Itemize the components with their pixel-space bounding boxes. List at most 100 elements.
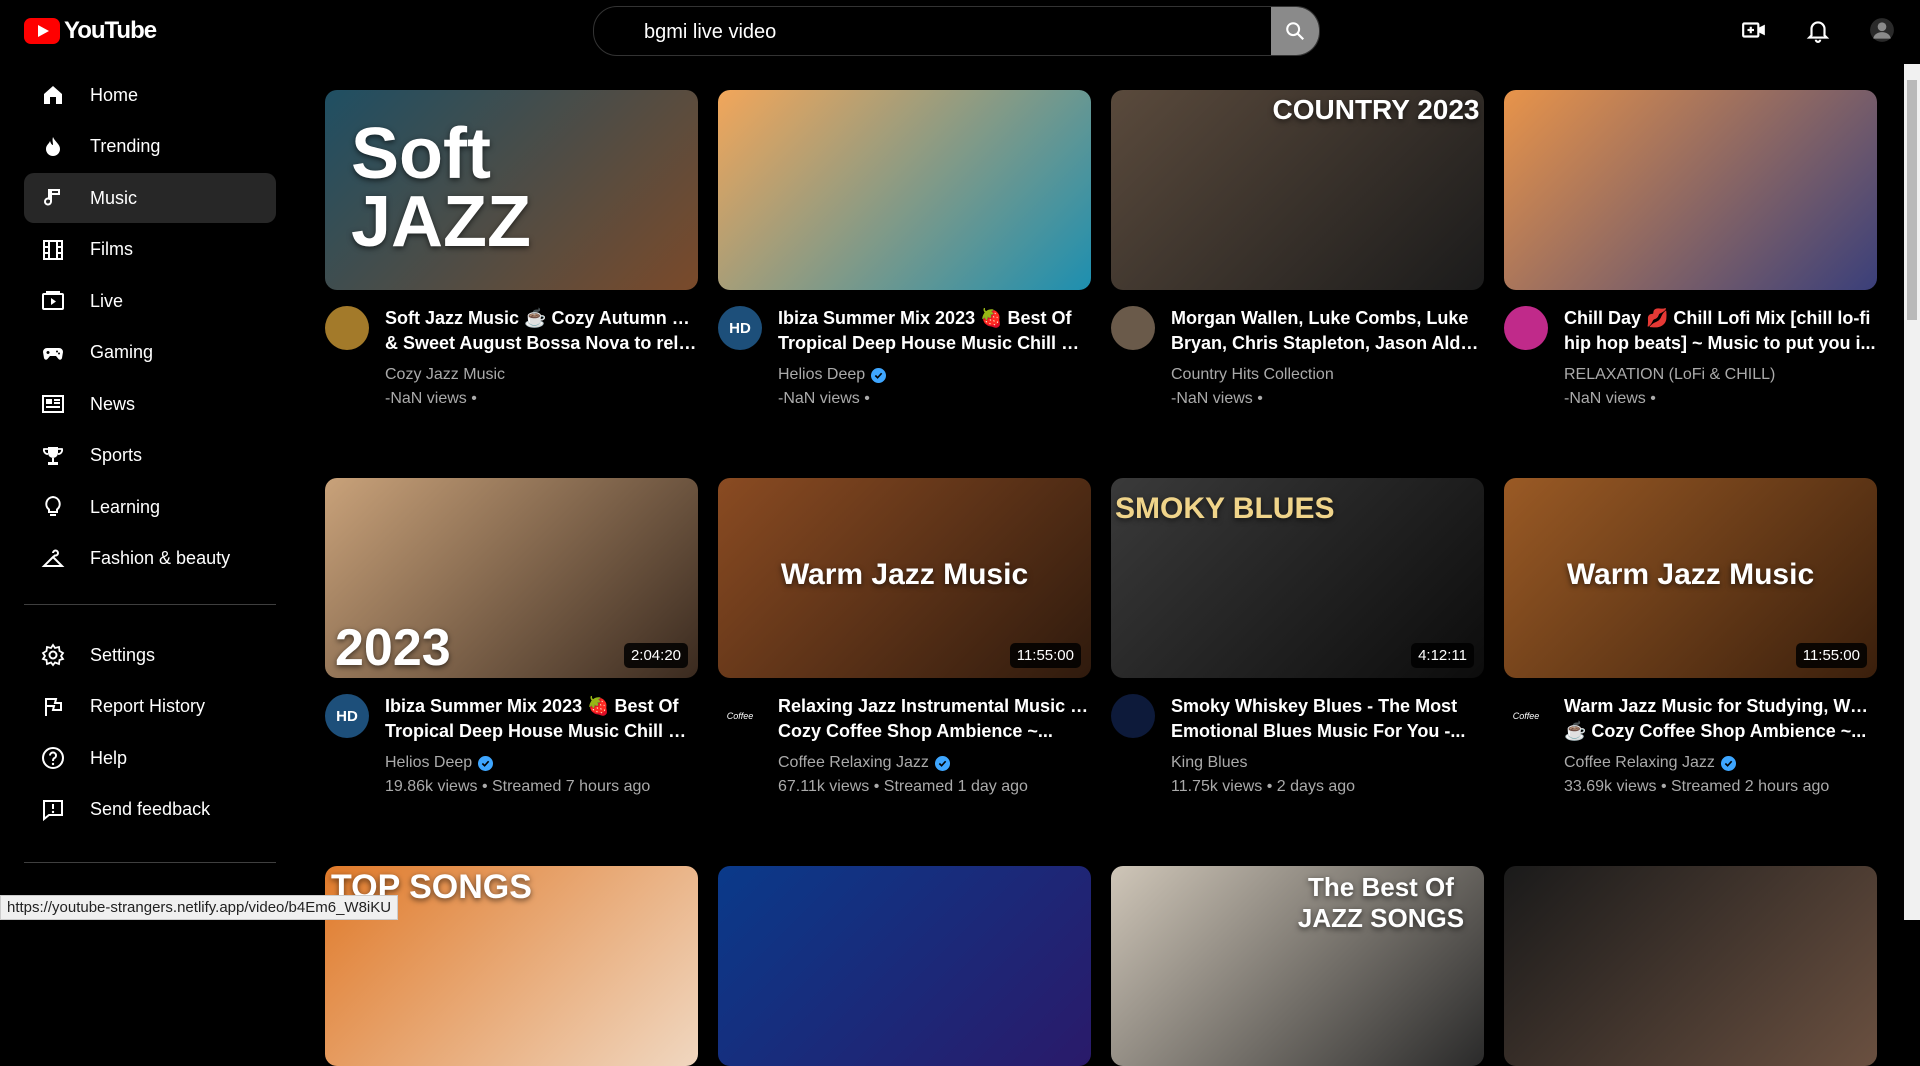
video-title-line: hip hop beats] ~ Music to put you i... xyxy=(1564,333,1876,353)
sidebar-divider xyxy=(24,604,276,605)
sidebar-item-news[interactable]: News xyxy=(24,379,276,429)
sidebar-item-label: Home xyxy=(90,84,139,105)
video-card[interactable]: COUNTRY 2023 Morgan Wallen, Luke Combs, L… xyxy=(1111,90,1484,407)
channel-name[interactable]: King Blues xyxy=(1171,754,1248,772)
video-title[interactable]: Morgan Wallen, Luke Combs, Luke Bryan, Ch… xyxy=(1171,306,1484,356)
flag-icon-wrap xyxy=(40,694,66,720)
channel-name[interactable]: Helios Deep xyxy=(385,754,494,772)
video-title[interactable]: Chill Day 💋 Chill Lofi Mix [chill lo-fi h… xyxy=(1564,306,1877,356)
channel-avatar[interactable] xyxy=(1111,306,1155,350)
channel-name[interactable]: Country Hits Collection xyxy=(1171,366,1334,384)
search-input[interactable] xyxy=(594,7,1271,55)
video-thumbnail[interactable]: 2023 2:04:20 xyxy=(325,478,698,678)
create-video-button[interactable] xyxy=(1740,16,1768,44)
video-camera-plus-icon xyxy=(1742,22,1765,38)
video-meta: -NaN views • xyxy=(385,390,477,407)
sidebar-item-films[interactable]: Films xyxy=(24,225,276,275)
video-title[interactable]: Ibiza Summer Mix 2023 🍓 Best Of Tropical … xyxy=(778,306,1091,356)
sidebar-item-sports[interactable]: Sports xyxy=(24,431,276,481)
channel-name[interactable]: Helios Deep xyxy=(778,366,887,384)
video-card[interactable]: Warm Jazz Music 11:55:00 Coffee Relaxing Ja… xyxy=(718,478,1091,795)
video-title-line: Emotional Blues Music For You -... xyxy=(1171,721,1466,741)
video-title-line: & Sweet August Bossa Nova to rela... xyxy=(385,333,698,353)
sidebar-item-learning[interactable]: Learning xyxy=(24,482,276,532)
video-title[interactable]: Soft Jazz Music ☕ Cozy Autumn Jazz & Swee… xyxy=(385,306,698,356)
sidebar-item-home[interactable]: Home xyxy=(24,70,276,120)
video-card[interactable]: Soft JAZZ Soft Jazz Music ☕ Cozy Autumn J… xyxy=(325,90,698,407)
video-title[interactable]: Ibiza Summer Mix 2023 🍓 Best Of Tropical … xyxy=(385,694,698,744)
sidebar-item-music[interactable]: Music xyxy=(24,173,276,223)
video-card[interactable]: HD Ibiza Summer Mix 2023 🍓 Best Of Tropica… xyxy=(718,90,1091,407)
video-card[interactable] xyxy=(1504,866,1877,1066)
sidebar-item-fashion-beauty[interactable]: Fashion & beauty xyxy=(24,534,276,584)
channel-avatar[interactable] xyxy=(325,306,369,350)
video-meta: 67.11k views • Streamed 1 day ago xyxy=(778,778,1028,795)
avatar-text: HD xyxy=(336,707,358,725)
channel-name-text: Helios Deep xyxy=(385,754,473,771)
sidebar-item-live[interactable]: Live xyxy=(24,276,276,326)
sidebar: Home Trending Music Films Live Gaming News Spor… xyxy=(0,64,300,920)
verified-badge-icon xyxy=(871,367,887,383)
video-card[interactable]: Warm Jazz Music 11:55:00 Coffee Warm Jazz M… xyxy=(1504,478,1877,795)
trophy-icon xyxy=(43,446,63,465)
sidebar-item-gaming[interactable]: Gaming xyxy=(24,328,276,378)
channel-avatar[interactable] xyxy=(1111,694,1155,738)
thumbnail-title-text: COUNTRY 2023 xyxy=(1272,94,1480,125)
account-button[interactable] xyxy=(1868,16,1896,44)
video-thumbnail[interactable]: Warm Jazz Music 11:55:00 xyxy=(1504,478,1877,678)
video-thumbnail[interactable]: Warm Jazz Music 11:55:00 xyxy=(718,478,1091,678)
video-card[interactable]: The Best Of JAZZ SONGS xyxy=(1111,866,1484,1066)
video-thumbnail[interactable]: COUNTRY 2023 xyxy=(1111,90,1484,290)
channel-name-text: Coffee Relaxing Jazz xyxy=(778,754,929,771)
scrollbar-thumb[interactable] xyxy=(1907,80,1917,320)
video-thumbnail[interactable] xyxy=(1504,90,1877,290)
video-title[interactable]: Relaxing Jazz Instrumental Music ☕ Cozy C… xyxy=(778,694,1091,744)
video-thumbnail[interactable] xyxy=(718,866,1091,1066)
channel-name[interactable]: Cozy Jazz Music xyxy=(385,366,505,384)
video-title[interactable]: Smoky Whiskey Blues - The Most Emotional … xyxy=(1171,694,1484,744)
video-title[interactable]: Warm Jazz Music for Studying, Work ☕ Cozy… xyxy=(1564,694,1877,744)
brand-name: YouTube xyxy=(64,17,157,44)
channel-name[interactable]: RELAXATION (LoFi & CHILL) xyxy=(1564,366,1775,384)
notifications-button[interactable] xyxy=(1804,16,1832,44)
video-thumbnail[interactable] xyxy=(718,90,1091,290)
video-title-line: ☕ Cozy Coffee Shop Ambience ~... xyxy=(1564,721,1867,741)
status-url: https://youtube-strangers.netlify.app/vi… xyxy=(0,895,399,920)
video-card[interactable]: SMOKY BLUES 4:12:11 Smoky Whiskey Blues - … xyxy=(1111,478,1484,795)
film-icon xyxy=(43,239,63,260)
page-scrollbar[interactable] xyxy=(1904,64,1920,920)
channel-avatar[interactable]: Coffee xyxy=(718,694,762,738)
video-title-line: Relaxing Jazz Instrumental Music ☕ xyxy=(778,696,1091,716)
thumbnail-title-text: Soft JAZZ xyxy=(351,114,531,262)
news-icon-wrap xyxy=(40,391,66,417)
video-thumbnail[interactable]: Soft JAZZ xyxy=(325,90,698,290)
channel-name-text: RELAXATION (LoFi & CHILL) xyxy=(1564,366,1776,383)
video-thumbnail[interactable]: SMOKY BLUES 4:12:11 xyxy=(1111,478,1484,678)
channel-avatar[interactable]: HD xyxy=(718,306,762,350)
sidebar-item-help[interactable]: Help xyxy=(24,733,276,783)
search-button[interactable] xyxy=(1271,7,1319,55)
video-card[interactable] xyxy=(718,866,1091,1066)
sidebar-item-report-history[interactable]: Report History xyxy=(24,682,276,732)
flame-icon xyxy=(46,136,60,156)
hanger-icon xyxy=(41,549,65,567)
home-icon xyxy=(44,86,62,104)
channel-name[interactable]: Coffee Relaxing Jazz xyxy=(778,754,950,772)
sidebar-item-trending[interactable]: Trending xyxy=(24,122,276,172)
youtube-logo[interactable]: YouTube xyxy=(24,17,157,45)
video-card[interactable]: 2023 2:04:20 HD Ibiza Summer Mix 2023 🍓 Bes… xyxy=(325,478,698,795)
channel-name[interactable]: Coffee Relaxing Jazz xyxy=(1564,754,1736,772)
channel-avatar[interactable]: HD xyxy=(325,694,369,738)
avatar-text: Coffee xyxy=(1512,711,1540,721)
video-title-line: Morgan Wallen, Luke Combs, Luke xyxy=(1171,308,1469,328)
sidebar-item-label: News xyxy=(90,393,136,414)
sidebar-item-settings[interactable]: Settings xyxy=(24,630,276,680)
video-thumbnail[interactable]: The Best Of JAZZ SONGS xyxy=(1111,866,1484,1066)
video-card[interactable]: Chill Day 💋 Chill Lofi Mix [chill lo-fi h… xyxy=(1504,90,1877,407)
channel-avatar[interactable]: Coffee xyxy=(1504,694,1548,738)
bell-icon xyxy=(1806,21,1830,43)
video-thumbnail[interactable] xyxy=(1504,866,1877,1066)
channel-avatar[interactable] xyxy=(1504,306,1548,350)
sidebar-item-send-feedback[interactable]: Send feedback xyxy=(24,785,276,835)
video-meta: 33.69k views • Streamed 2 hours ago xyxy=(1564,778,1830,795)
